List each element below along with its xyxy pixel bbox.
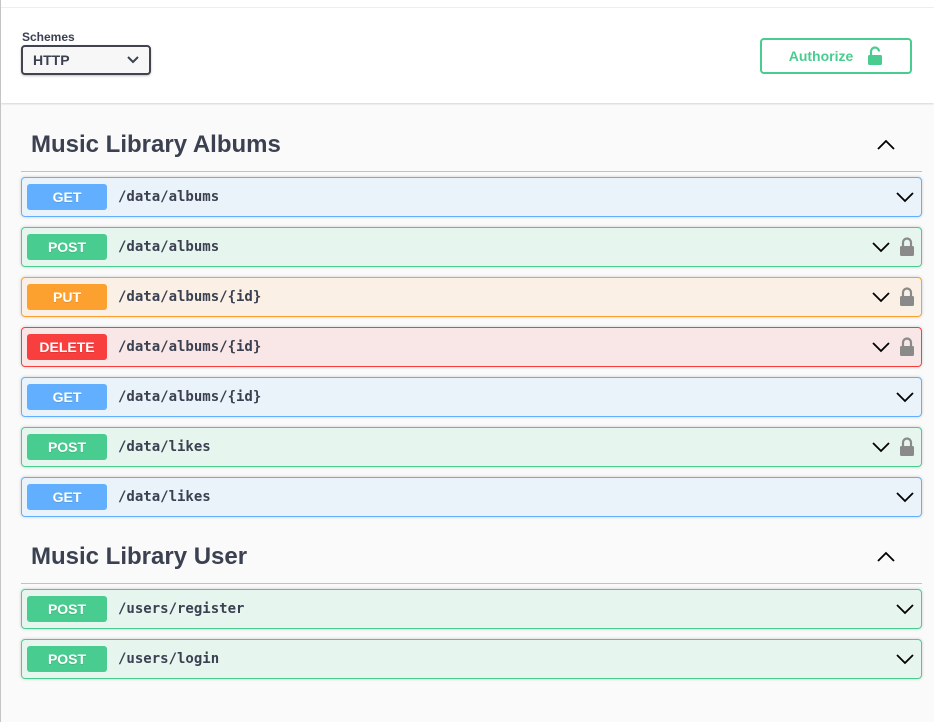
lock-icon[interactable]: [899, 287, 915, 307]
operation-put-data-albums-id[interactable]: PUT /data/albums/{id}: [21, 277, 922, 317]
operation-post-data-albums[interactable]: POST /data/albums: [21, 227, 922, 267]
chevron-down-icon[interactable]: [871, 437, 891, 457]
method-badge: POST: [27, 234, 107, 260]
chevron-down-icon[interactable]: [895, 599, 915, 619]
method-badge: POST: [27, 646, 107, 672]
authorize-button[interactable]: Authorize: [760, 38, 912, 74]
chevron-down-icon: [127, 56, 139, 64]
method-badge: PUT: [27, 284, 107, 310]
unlocked-icon: [868, 46, 883, 65]
tag-section-albums: Music Library Albums GET /data/albums PO…: [21, 103, 922, 517]
top-strip: [1, 0, 934, 8]
operation-post-users-login[interactable]: POST /users/login: [21, 639, 922, 679]
chevron-up-icon[interactable]: [876, 135, 896, 155]
operation-path: /users/register: [118, 601, 245, 617]
method-badge: GET: [27, 484, 107, 510]
schemes-select-value: HTTP: [33, 52, 70, 68]
chevron-down-icon[interactable]: [871, 337, 891, 357]
chevron-down-icon[interactable]: [895, 649, 915, 669]
method-badge: GET: [27, 384, 107, 410]
chevron-down-icon[interactable]: [895, 487, 915, 507]
operation-get-data-albums[interactable]: GET /data/albums: [21, 177, 922, 217]
operation-post-users-register[interactable]: POST /users/register: [21, 589, 922, 629]
operation-path: /data/likes: [118, 489, 211, 505]
schemes-label: Schemes: [22, 30, 75, 44]
method-badge: DELETE: [27, 334, 107, 360]
chevron-down-icon[interactable]: [871, 237, 891, 257]
operation-get-data-likes[interactable]: GET /data/likes: [21, 477, 922, 517]
operation-get-data-albums-id[interactable]: GET /data/albums/{id}: [21, 377, 922, 417]
scheme-container: Schemes HTTP Authorize: [1, 8, 934, 103]
chevron-down-icon[interactable]: [895, 187, 915, 207]
swagger-ui-page: Schemes HTTP Authorize Music Library Alb…: [0, 0, 934, 722]
method-badge: POST: [27, 596, 107, 622]
chevron-down-icon[interactable]: [895, 387, 915, 407]
lock-icon[interactable]: [899, 237, 915, 257]
operation-path: /data/albums: [118, 239, 220, 255]
operation-delete-data-albums-id[interactable]: DELETE /data/albums/{id}: [21, 327, 922, 367]
tag-title: Music Library User: [31, 543, 248, 570]
lock-icon[interactable]: [899, 437, 915, 457]
operation-post-data-likes[interactable]: POST /data/likes: [21, 427, 922, 467]
method-badge: POST: [27, 434, 107, 460]
tag-header-user[interactable]: Music Library User: [21, 515, 922, 584]
chevron-down-icon[interactable]: [871, 287, 891, 307]
method-badge: GET: [27, 184, 107, 210]
operation-path: /data/likes: [118, 439, 211, 455]
chevron-up-icon[interactable]: [876, 547, 896, 567]
operation-path: /data/albums/{id}: [118, 339, 262, 355]
schemes-select[interactable]: HTTP: [21, 45, 151, 75]
tag-section-user: Music Library User POST /users/register …: [21, 515, 922, 679]
operation-path: /data/albums/{id}: [118, 389, 262, 405]
authorize-label: Authorize: [788, 48, 854, 64]
operation-path: /users/login: [118, 651, 220, 667]
operation-path: /data/albums/{id}: [118, 289, 262, 305]
operation-path: /data/albums: [118, 189, 220, 205]
tag-header-albums[interactable]: Music Library Albums: [21, 103, 922, 172]
tag-title: Music Library Albums: [31, 131, 281, 158]
lock-icon[interactable]: [899, 337, 915, 357]
